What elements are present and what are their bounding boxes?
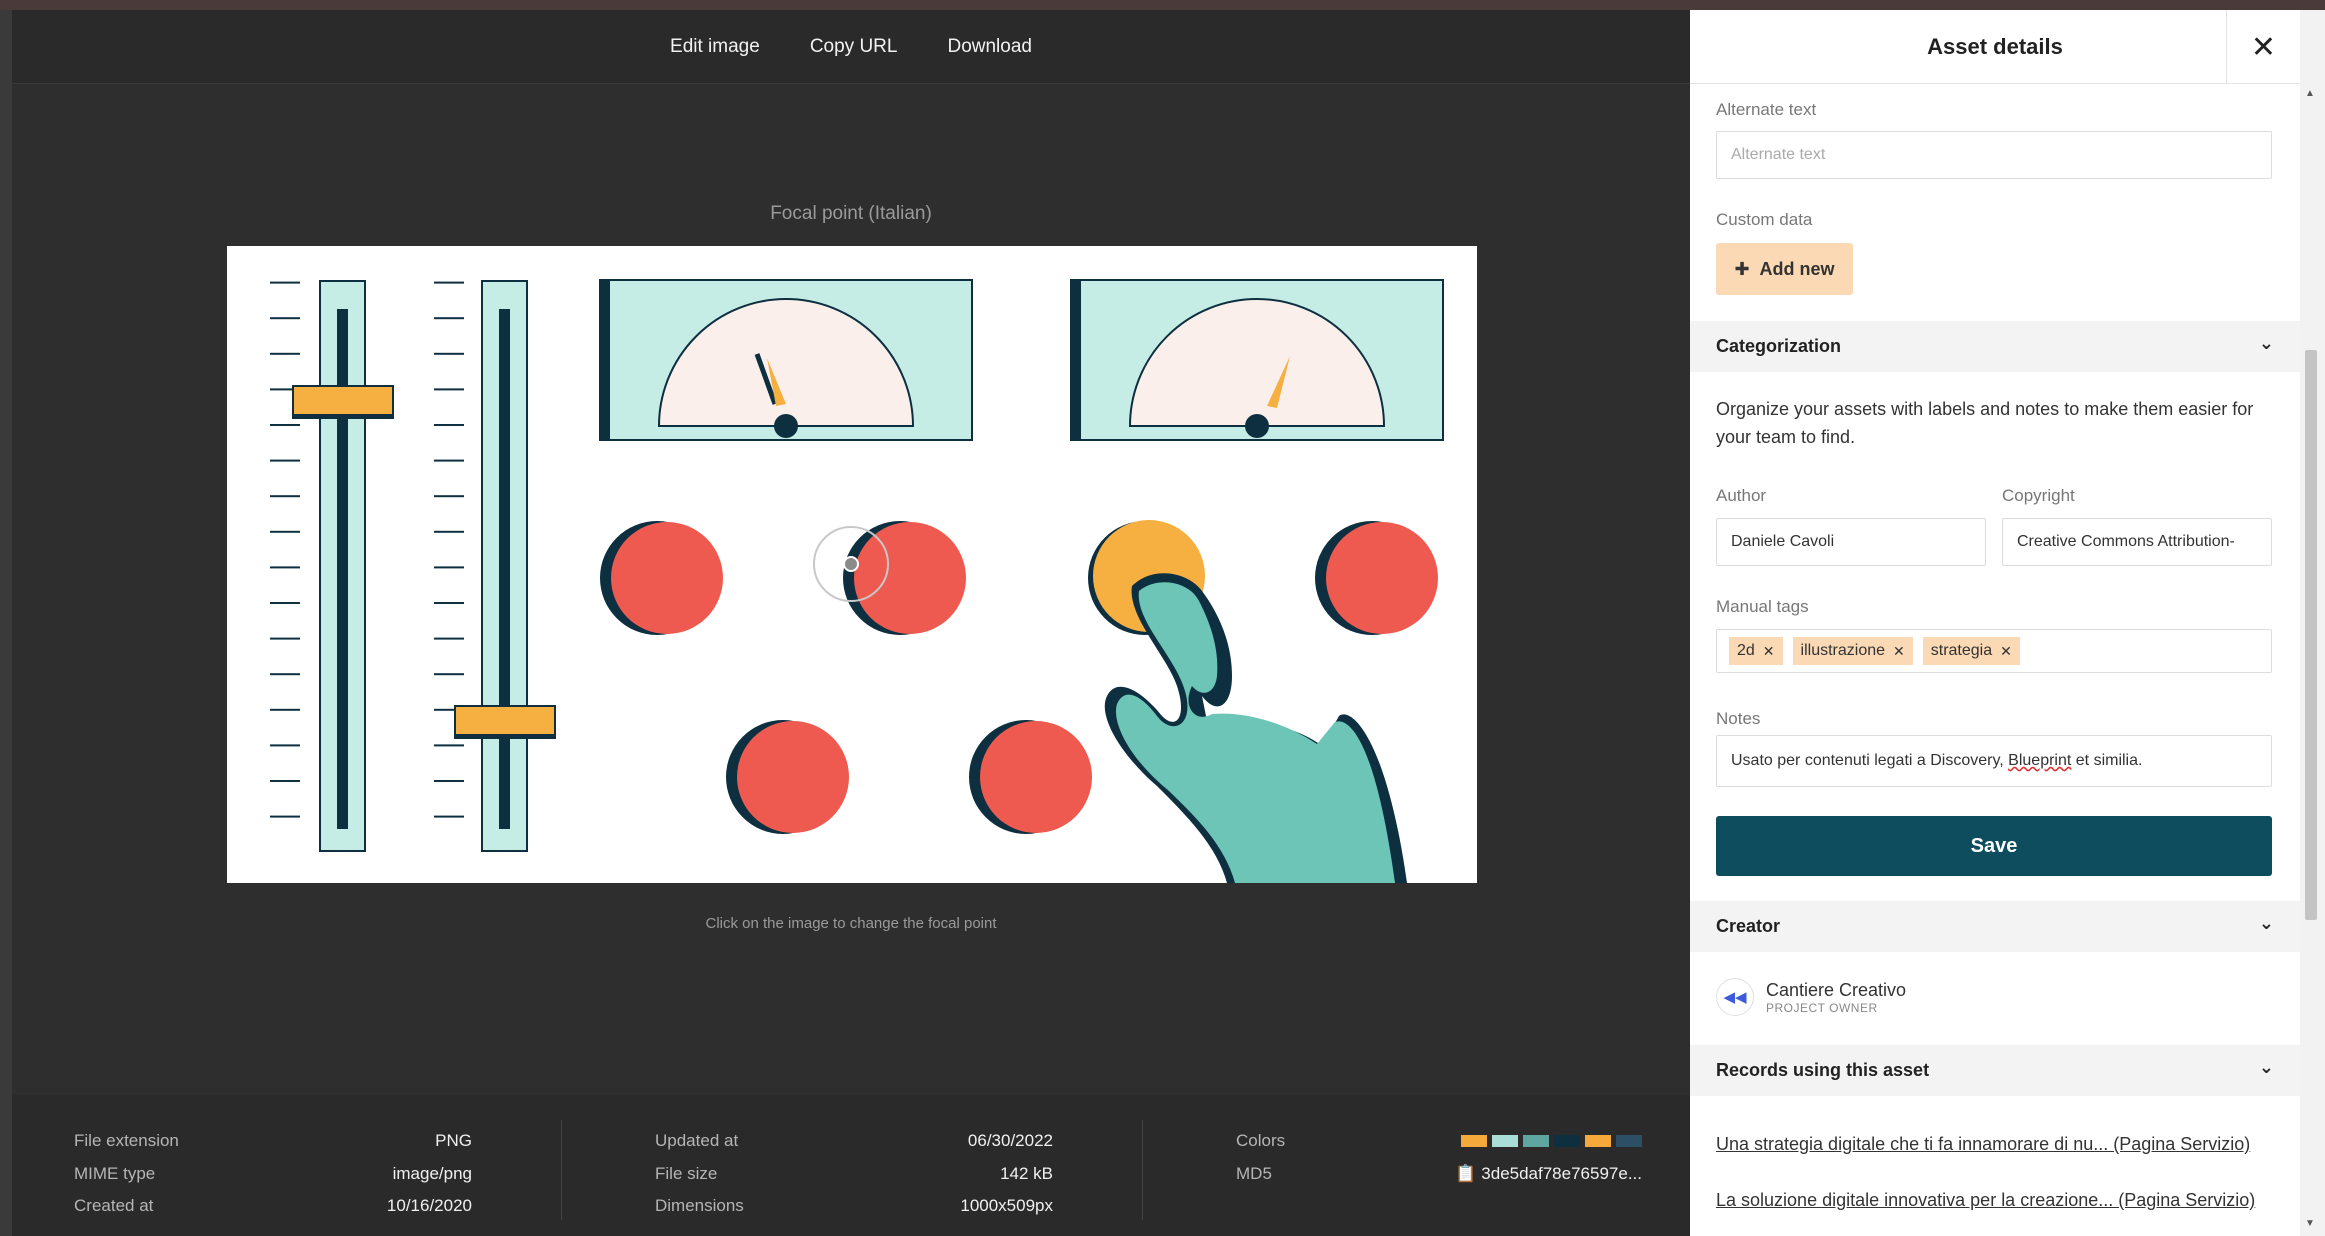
notes-spellcheck-word: Blueprint	[2008, 752, 2072, 769]
creator-info: ◀◀ Cantiere Creativo PROJECT OWNER	[1716, 978, 1906, 1016]
color-swatch	[1554, 1135, 1580, 1148]
file-size-value: 142 kB	[1000, 1163, 1053, 1183]
remove-tag-icon[interactable]: ✕	[2000, 643, 2012, 660]
creator-section-header[interactable]: Creator ⌄	[1690, 901, 2300, 952]
record-link[interactable]: La soluzione digitale innovativa per la …	[1716, 1186, 2276, 1214]
color-swatch	[1523, 1135, 1549, 1148]
clipboard-icon: 📋	[1455, 1163, 1477, 1183]
viewer-toolbar: Edit image Copy URL Download	[12, 10, 1690, 84]
notes-label: Notes	[1716, 709, 1761, 728]
meta-column-file: File extension PNG MIME type image/png Cre…	[74, 1125, 472, 1223]
author-input[interactable]: Daniele Cavoli	[1716, 518, 1986, 566]
tag-label: 2d	[1737, 642, 1755, 659]
chevron-down-icon: ⌄	[2258, 913, 2274, 933]
creator-title: Creator	[1716, 916, 1781, 936]
window-top-strip	[0, 0, 2325, 10]
copyright-input[interactable]: Creative Commons Attribution-	[2002, 518, 2272, 566]
md5-label: MD5	[1236, 1163, 1272, 1183]
creator-name: Cantiere Creativo	[1766, 979, 1907, 1000]
add-new-label: Add new	[1759, 258, 1835, 279]
copyright-label: Copyright	[2002, 486, 2075, 505]
color-swatch	[1616, 1135, 1642, 1148]
color-swatch	[1461, 1135, 1487, 1148]
meta-column-details: Updated at 06/30/2022 File size 142 kB Dim…	[655, 1125, 1053, 1223]
updated-at-label: Updated at	[655, 1131, 739, 1151]
close-icon: ✕	[2250, 30, 2277, 64]
dimensions-value: 1000x509px	[960, 1196, 1053, 1216]
md5-text: 3de5daf78e76597e...	[1481, 1163, 1642, 1183]
meta-column-colors: Colors MD5 📋 3de5daf78e76597e...	[1236, 1125, 1642, 1190]
chevron-down-icon: ⌄	[2258, 1057, 2274, 1077]
tag-label: illustrazione	[1800, 642, 1886, 659]
colors-label: Colors	[1236, 1131, 1286, 1151]
illustration-control-panel	[270, 278, 1444, 883]
tag-chip: illustrazione ✕	[1792, 637, 1913, 665]
mime-type-label: MIME type	[74, 1163, 156, 1183]
categorization-description: Organize your assets with labels and not…	[1716, 399, 2254, 447]
file-size-label: File size	[655, 1163, 718, 1183]
scrollbar-thumb[interactable]	[2305, 350, 2317, 920]
alt-text-label: Alternate text	[1716, 100, 1817, 119]
tag-label: strategia	[1930, 642, 1993, 659]
created-at-label: Created at	[74, 1196, 154, 1216]
updated-at-value: 06/30/2022	[967, 1131, 1053, 1151]
tag-chip: 2d ✕	[1729, 637, 1783, 665]
notes-text-end: et similia.	[2071, 752, 2143, 769]
categorization-title: Categorization	[1716, 336, 1842, 356]
focal-point-hint: Click on the image to change the focal p…	[705, 915, 997, 932]
asset-details-panel: Asset details ✕ Alternate text Alternate…	[1690, 10, 2300, 1236]
records-title: Records using this asset	[1716, 1060, 1930, 1080]
manual-tags-label: Manual tags	[1716, 597, 1809, 616]
records-section-header[interactable]: Records using this asset ⌄	[1690, 1045, 2300, 1096]
scroll-down-arrow-icon[interactable]: ▼	[2305, 1218, 2315, 1229]
scroll-up-arrow-icon[interactable]: ▲	[2305, 88, 2315, 99]
alt-text-input[interactable]: Alternate text	[1716, 131, 2272, 179]
file-extension-value: PNG	[435, 1131, 472, 1151]
copy-url-button[interactable]: Copy URL	[810, 30, 898, 64]
close-button[interactable]: ✕	[2226, 10, 2300, 84]
custom-data-label: Custom data	[1716, 210, 1813, 229]
md5-value[interactable]: 📋 3de5daf78e76597e...	[1455, 1164, 1642, 1184]
remove-tag-icon[interactable]: ✕	[1763, 643, 1775, 660]
asset-metadata-bar: File extension PNG MIME type image/png Cre…	[12, 1095, 1690, 1236]
panel-title: Asset details	[1927, 33, 2063, 59]
color-swatches	[1461, 1135, 1642, 1148]
download-button[interactable]: Download	[947, 30, 1032, 64]
tag-chip: strategia ✕	[1922, 637, 2020, 665]
created-at-value: 10/16/2020	[386, 1196, 472, 1216]
categorization-section-header[interactable]: Categorization ⌄	[1690, 321, 2300, 372]
remove-tag-icon[interactable]: ✕	[1893, 643, 1905, 660]
notes-input[interactable]: Usato per contenuti legati a Discovery, …	[1716, 735, 2272, 787]
author-label: Author	[1716, 486, 1767, 505]
focal-point-title: Focal point (Italian)	[770, 203, 932, 224]
add-new-button[interactable]: ✚ Add new	[1716, 243, 1853, 295]
color-swatch	[1585, 1135, 1611, 1148]
chevron-down-icon: ⌄	[2258, 333, 2274, 353]
file-extension-label: File extension	[74, 1131, 179, 1151]
color-swatch	[1492, 1135, 1518, 1148]
creator-role: PROJECT OWNER	[1766, 1000, 1878, 1015]
panel-header: Asset details ✕	[1690, 10, 2300, 84]
meta-divider	[1142, 1120, 1143, 1220]
dimensions-label: Dimensions	[655, 1196, 744, 1216]
creator-avatar: ◀◀	[1716, 978, 1754, 1016]
mime-type-value: image/png	[392, 1163, 472, 1183]
backdrop	[0, 10, 12, 1236]
plus-icon: ✚	[1734, 258, 1750, 279]
save-button[interactable]: Save	[1716, 816, 2272, 876]
manual-tags-field[interactable]: 2d ✕ illustrazione ✕ strategia ✕	[1716, 629, 2272, 673]
edit-image-button[interactable]: Edit image	[670, 30, 760, 64]
meta-divider	[561, 1120, 562, 1220]
asset-image[interactable]	[227, 246, 1477, 883]
record-link[interactable]: Una strategia digitale che ti fa innamor…	[1716, 1130, 2276, 1158]
image-viewer: Edit image Copy URL Download Focal point…	[12, 10, 1690, 1236]
notes-text: Usato per contenuti legati a Discovery,	[1731, 752, 2009, 769]
